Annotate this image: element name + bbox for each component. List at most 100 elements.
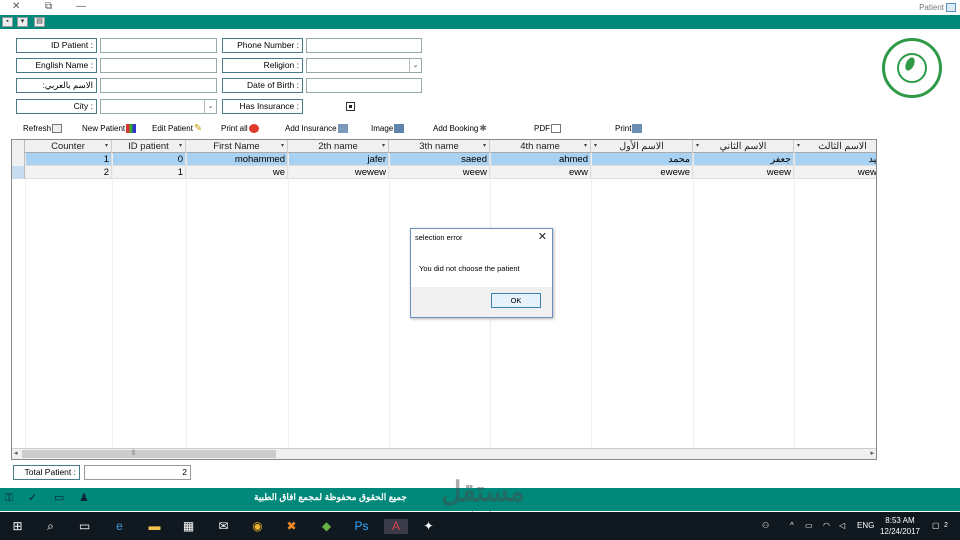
restore-icon[interactable]: ⧉ bbox=[45, 1, 52, 12]
close-icon[interactable]: ✕ bbox=[538, 230, 547, 243]
ok-button[interactable]: OK bbox=[491, 293, 541, 308]
title-bar: ✕ ⧉ — Patient bbox=[0, 0, 960, 15]
column-header-2th-name[interactable]: 2th name ▾ bbox=[288, 140, 389, 153]
users-icon[interactable]: ♟ bbox=[79, 492, 91, 505]
windows-start-icon[interactable]: ⊞ bbox=[10, 519, 25, 534]
store-icon[interactable]: ▦ bbox=[181, 519, 196, 534]
chevron-up-icon[interactable]: ^ bbox=[790, 519, 794, 533]
cell-counter[interactable]: 1 bbox=[25, 153, 112, 166]
new-patient-label: New Patient bbox=[82, 124, 126, 133]
wifi-icon[interactable]: ◠ bbox=[823, 519, 830, 533]
cell-arabic-second[interactable]: weew bbox=[693, 166, 794, 179]
add-booking-button[interactable]: Add Booking✱ bbox=[433, 122, 489, 135]
print-all-button[interactable]: Print all bbox=[221, 122, 259, 135]
cell-4th-name[interactable]: eww bbox=[490, 166, 591, 179]
refresh-button[interactable]: Refresh bbox=[23, 122, 63, 135]
signature-icon[interactable]: ✓ bbox=[28, 492, 40, 505]
chrome-icon[interactable]: ◉ bbox=[250, 519, 265, 534]
table-row[interactable]: 2 1 we wewew weew eww ewewe weew wewew bbox=[12, 166, 876, 179]
task-view-icon[interactable]: ▭ bbox=[77, 519, 92, 534]
row-header[interactable] bbox=[12, 153, 25, 166]
cell-4th-name[interactable]: ahmed bbox=[490, 153, 591, 166]
column-header-4th-name[interactable]: 4th name ▾ bbox=[490, 140, 591, 153]
app-icon[interactable]: ✦ bbox=[421, 519, 436, 534]
add-insurance-button[interactable]: Add Insurance bbox=[285, 122, 348, 135]
print-button[interactable]: Print bbox=[615, 122, 643, 135]
column-header-arabic-second[interactable]: الاسم الثاني ▾ bbox=[693, 140, 794, 153]
refresh-icon bbox=[52, 124, 63, 134]
scroll-left-icon[interactable]: ◂ bbox=[14, 449, 18, 459]
key-icon[interactable]: ⚿ bbox=[5, 492, 17, 505]
cell-id[interactable]: 0 bbox=[112, 153, 186, 166]
clock[interactable]: 8:53 AM 12/24/2017 bbox=[880, 515, 920, 537]
save-icon[interactable]: ▤ bbox=[34, 17, 45, 27]
sort-icon: ▾ bbox=[178, 143, 182, 149]
column-header-arabic-third[interactable]: الاسم الثالث ▾ bbox=[794, 140, 876, 153]
cell-2th-name[interactable]: wewew bbox=[288, 166, 389, 179]
column-header-id-patient[interactable]: ID patient ▾ bbox=[112, 140, 186, 153]
table-row[interactable]: 1 0 mohammed jafer saeed ahmed محمد جعفر… bbox=[12, 153, 876, 166]
access-icon[interactable]: A bbox=[384, 519, 408, 534]
close-icon[interactable]: ✕ bbox=[12, 1, 20, 12]
app-icon[interactable]: ◆ bbox=[319, 519, 334, 534]
cell-first-name[interactable]: mohammed bbox=[186, 153, 288, 166]
row-header[interactable] bbox=[12, 166, 25, 179]
cell-arabic-second[interactable]: جعفر bbox=[693, 153, 794, 166]
people-icon[interactable]: ⚇ bbox=[762, 519, 769, 533]
arabic-name-field[interactable] bbox=[100, 78, 217, 93]
cell-arabic-third[interactable]: سعيد bbox=[794, 153, 876, 166]
mail-icon[interactable]: ✉ bbox=[216, 519, 231, 534]
image-button[interactable]: Image bbox=[371, 122, 405, 135]
dropdown-icon[interactable]: ▾ bbox=[17, 17, 28, 27]
new-patient-button[interactable]: New Patient bbox=[82, 122, 137, 135]
file-explorer-icon[interactable]: ▬ bbox=[147, 519, 162, 534]
phone-field[interactable] bbox=[306, 38, 422, 53]
cell-3th-name[interactable]: weew bbox=[389, 166, 490, 179]
grid-line bbox=[591, 153, 592, 449]
insurance-checkbox[interactable] bbox=[346, 102, 355, 111]
dob-field[interactable] bbox=[306, 78, 422, 93]
chevron-down-icon[interactable]: ⌄ bbox=[409, 59, 421, 72]
notification-icon[interactable]: ▢ bbox=[932, 519, 940, 533]
scroll-right-icon[interactable]: ▸ bbox=[870, 449, 874, 459]
cell-3th-name[interactable]: saeed bbox=[389, 153, 490, 166]
cell-arabic-first[interactable]: محمد bbox=[591, 153, 693, 166]
image-icon bbox=[394, 124, 405, 134]
battery-icon[interactable]: ▭ bbox=[805, 519, 813, 533]
language-indicator[interactable]: ENG bbox=[857, 519, 874, 533]
cell-arabic-third[interactable]: wewew bbox=[794, 166, 876, 179]
cell-counter[interactable]: 2 bbox=[25, 166, 112, 179]
religion-select[interactable]: ⌄ bbox=[306, 58, 422, 73]
cell-first-name[interactable]: we bbox=[186, 166, 288, 179]
menu-icon[interactable]: ▪ bbox=[2, 17, 13, 27]
column-header-arabic-first[interactable]: الاسم الأول ▾ bbox=[591, 140, 693, 153]
edge-icon[interactable]: e bbox=[112, 519, 127, 534]
search-icon[interactable]: ⌕ bbox=[43, 519, 58, 534]
xampp-icon[interactable]: ✖ bbox=[284, 519, 299, 534]
horizontal-scrollbar[interactable]: ◂ ⦀ ▸ bbox=[12, 448, 876, 459]
scroll-thumb[interactable] bbox=[22, 450, 276, 458]
english-name-label: English Name : bbox=[16, 58, 97, 73]
refresh-label: Refresh bbox=[23, 124, 52, 133]
pdf-icon bbox=[551, 124, 561, 134]
minimize-icon[interactable]: — bbox=[76, 1, 86, 12]
window-icon[interactable]: ▭ bbox=[54, 492, 66, 505]
dialog-title: selection error bbox=[415, 233, 463, 242]
photoshop-icon[interactable]: Ps bbox=[354, 519, 369, 534]
column-header-3th-name[interactable]: 3th name ▾ bbox=[389, 140, 490, 153]
edit-patient-button[interactable]: Edit Patient✎ bbox=[152, 122, 204, 135]
chevron-down-icon[interactable]: ⌄ bbox=[204, 100, 216, 113]
cell-id[interactable]: 1 bbox=[112, 166, 186, 179]
id-patient-field[interactable] bbox=[100, 38, 217, 53]
form-icon bbox=[946, 3, 956, 12]
english-name-field[interactable] bbox=[100, 58, 217, 73]
volume-icon[interactable]: ◁ bbox=[839, 519, 845, 533]
cell-arabic-first[interactable]: ewewe bbox=[591, 166, 693, 179]
id-patient-label: ID Patient : bbox=[16, 38, 97, 53]
column-header-counter[interactable]: Counter ▾ bbox=[25, 140, 112, 153]
column-header-first-name[interactable]: First Name ▾ bbox=[186, 140, 288, 153]
pdf-button[interactable]: PDF bbox=[534, 122, 561, 135]
grid-line bbox=[112, 153, 113, 449]
city-select[interactable]: ⌄ bbox=[100, 99, 217, 114]
cell-2th-name[interactable]: jafer bbox=[288, 153, 389, 166]
